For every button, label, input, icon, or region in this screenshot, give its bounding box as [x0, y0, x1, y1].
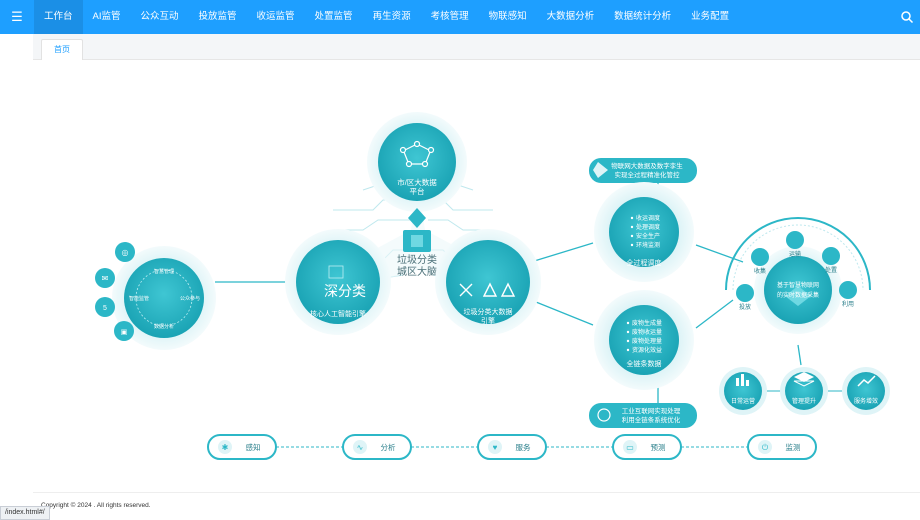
tab-home[interactable]: 首页: [41, 39, 83, 60]
control-item-1: 收运调度: [636, 214, 660, 222]
search-icon[interactable]: [900, 10, 914, 24]
service-label: 服务增效: [854, 397, 878, 405]
svg-text:利用: 利用: [842, 300, 854, 308]
iot-node-transport: [786, 231, 804, 249]
service-item-4: 公众参与: [180, 295, 200, 302]
nav-item-1[interactable]: AI监管: [83, 0, 131, 34]
svg-text:♥: ♥: [493, 443, 498, 452]
service-item-3: 数据分析: [154, 323, 174, 330]
bubble-industrial: [589, 403, 697, 428]
data-item-4: 资源化效益: [632, 346, 662, 354]
flow-perceive-label: 感知: [246, 442, 261, 452]
iot-node-use: [839, 281, 857, 299]
platform-label-1: 市/区大数据: [397, 177, 437, 187]
ai-engine-label: 核心人工智能引擎: [310, 309, 366, 318]
main-nav: 工作台 AI监管 公众互动 投放监管 收运监管 处置监管 再生资源 考核管理 物联感知 大数据分析…: [34, 0, 739, 34]
iot-node-dispose: [822, 247, 840, 265]
iot-center-1: 基于智慧物联网: [777, 281, 819, 289]
svg-text:✱: ✱: [222, 443, 229, 452]
data-item-1: 废物生成量: [632, 319, 662, 327]
svg-text:∿: ∿: [357, 443, 364, 452]
iot-node-put: [736, 284, 754, 302]
brand-logo: 深分类: [324, 283, 366, 299]
svg-text:收集: 收集: [754, 267, 766, 275]
svg-text:▭: ▭: [626, 443, 634, 452]
svg-text:处置: 处置: [825, 266, 837, 274]
control-item-2: 处理调度: [636, 223, 660, 231]
bubble-bottom-1: 工业互联网实现处理: [622, 406, 681, 415]
bubble-bottom-2: 利用全链条系统优化: [622, 415, 681, 424]
flow-analyze-label: 分析: [381, 442, 396, 452]
data-item-3: 废物处理量: [632, 337, 662, 345]
nav-item-10[interactable]: 数据统计分析: [604, 0, 681, 34]
bubble-top-2: 实现全过程精准化管控: [615, 170, 681, 179]
flow-row: ✱ 感知 ∿ 分析 ♥ 服务 ▭ 预测 ⏻ 监测: [207, 434, 817, 460]
flow-predict-label: 预测: [651, 442, 666, 452]
copyright-text: Copyright © 2024 . All rights reserved.: [41, 502, 151, 509]
nav-item-3[interactable]: 投放监管: [189, 0, 247, 34]
iot-node-collect: [751, 248, 769, 266]
svg-text:▣: ▣: [121, 329, 128, 336]
center-title-2: 城区大脑: [397, 265, 437, 278]
svg-text:◎: ◎: [122, 248, 129, 257]
flow-monitor-label: 监测: [786, 442, 801, 452]
nav-item-4[interactable]: 收运监管: [247, 0, 305, 34]
nav-item-5[interactable]: 处置监管: [305, 0, 363, 34]
svg-text:运输: 运输: [789, 250, 801, 258]
data-title: 全链条数据: [627, 359, 662, 368]
nav-item-0[interactable]: 工作台: [34, 0, 83, 34]
architecture-diagram: 市/区大数据 平台 垃圾分类 城区大脑 深分类 核心人工智能引擎 垃圾分类大数据…: [95, 112, 890, 460]
svg-text:✉: ✉: [102, 274, 109, 283]
mgmt-label: 管理提升: [792, 397, 816, 405]
flow-service-label: 服务: [516, 442, 531, 452]
top-navbar: ☰ 工作台 AI监管 公众互动 投放监管 收运监管 处置监管 再生资源 考核管理 物联感知 大数据…: [0, 0, 920, 34]
menu-toggle-icon[interactable]: ☰: [0, 0, 34, 34]
nav-item-7[interactable]: 考核管理: [421, 0, 479, 34]
daily-ops-label: 日常运营: [731, 397, 755, 405]
platform-label-2: 平台: [410, 186, 425, 196]
nav-item-9[interactable]: 大数据分析: [537, 0, 605, 34]
svg-text:⏻: ⏻: [762, 443, 769, 452]
footer: Copyright © 2024 . All rights reserved.: [33, 492, 920, 519]
center-title-1: 垃圾分类: [397, 253, 437, 266]
service-item-2: 智能监管: [129, 295, 149, 302]
nav-item-6[interactable]: 再生资源: [363, 0, 421, 34]
bubble-top-1: 物联网大数据及数字孪生: [611, 161, 683, 170]
svg-text:投放: 投放: [739, 303, 751, 311]
nav-item-2[interactable]: 公众互动: [131, 0, 189, 34]
nav-item-11[interactable]: 业务配置: [681, 0, 739, 34]
svg-text:5: 5: [103, 305, 107, 312]
data-item-2: 废物收运量: [632, 328, 662, 336]
nav-item-8[interactable]: 物联感知: [479, 0, 537, 34]
iot-center-2: 的实时数据采集: [777, 291, 819, 299]
bigdata-label-2: 引擎: [481, 316, 495, 325]
sidebar: [0, 34, 34, 518]
control-item-3: 安全生产: [636, 232, 660, 240]
control-circle[interactable]: [609, 197, 679, 267]
tab-bar: 首页: [33, 34, 920, 60]
service-item-1: 智慧管理: [154, 268, 174, 275]
control-title: 全过程调度: [627, 258, 662, 267]
bigdata-label-1: 垃圾分类大数据: [464, 307, 513, 316]
main-content: 市/区大数据 平台 垃圾分类 城区大脑 深分类 核心人工智能引擎 垃圾分类大数据…: [33, 60, 920, 492]
ops-circles: 日常运营 管理提升 服务增效: [719, 367, 890, 415]
control-item-4: 环境监测: [636, 241, 660, 249]
